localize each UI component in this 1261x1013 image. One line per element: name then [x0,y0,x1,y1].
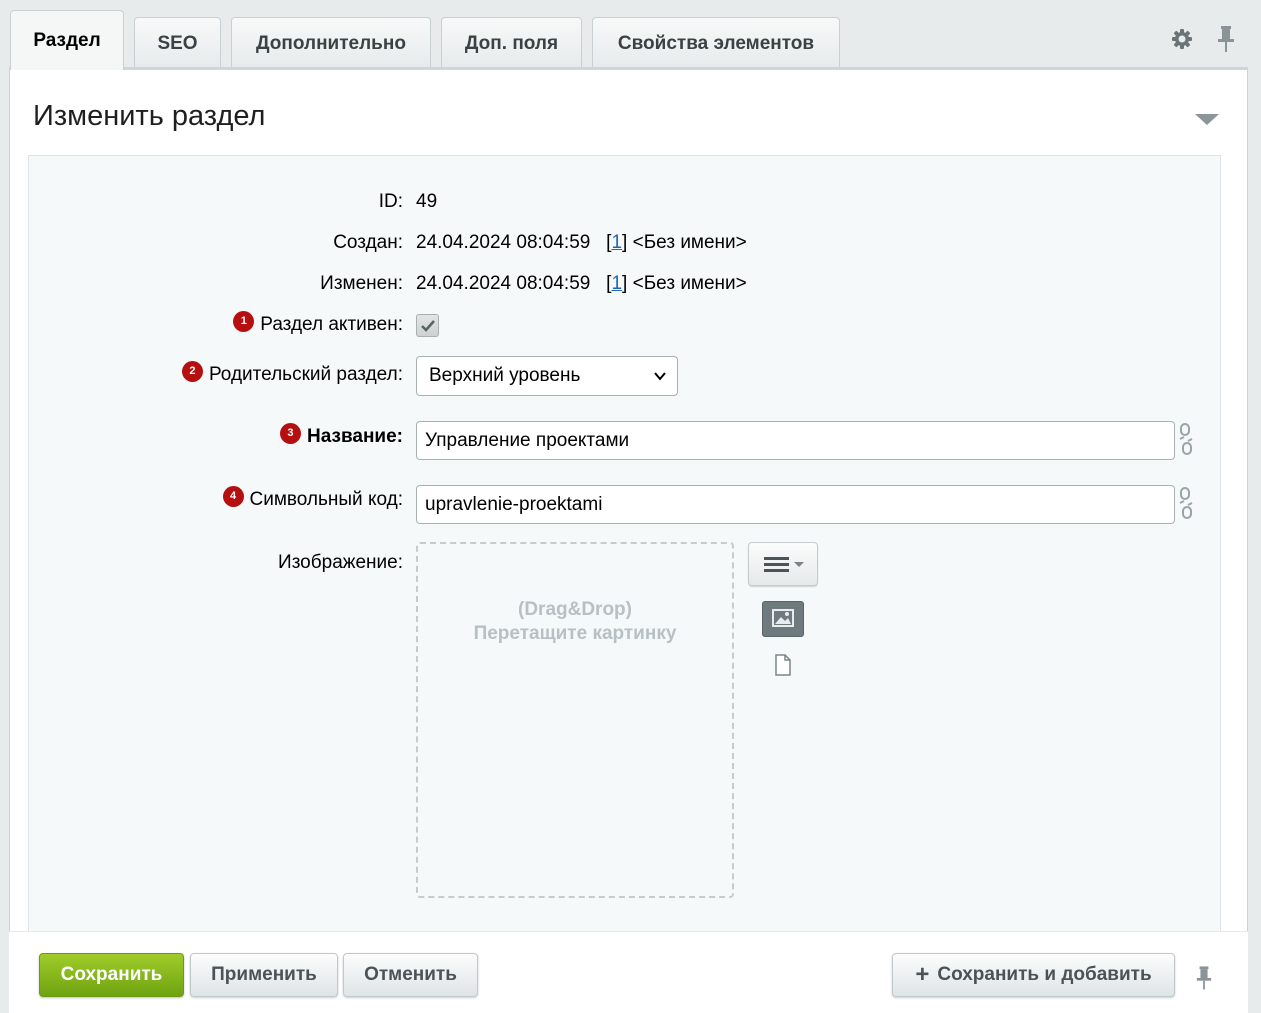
cancel-button[interactable]: Отменить [343,953,478,997]
modified-value: 24.04.2024 08:04:59 [1] <Без имени> [416,273,747,294]
image-icon[interactable] [762,601,804,637]
name-input[interactable]: Управление проектами [416,421,1175,460]
top-toolbar [1171,26,1235,57]
page-title: Изменить раздел [33,100,266,132]
dropzone-text: Перетащите картинку [473,623,677,644]
image-dropzone[interactable]: (Drag&Drop) Перетащите картинку [416,542,734,898]
modified-date: 24.04.2024 08:04:59 [416,273,591,294]
created-date: 24.04.2024 08:04:59 [416,232,591,253]
pin-icon[interactable] [1196,965,1212,996]
active-label-text: Раздел активен: [260,314,403,335]
modified-label: Изменен: [320,273,403,294]
active-label: 1 Раздел активен: [0,310,403,336]
pin-icon[interactable] [1217,26,1235,57]
parent-label-text: Родительский раздел: [208,364,403,385]
file-icon[interactable] [774,654,792,681]
modified-user-name: <Без имени> [632,273,747,294]
checkmark-icon [421,320,435,332]
image-menu-button[interactable] [748,542,818,586]
parent-label: 2 Родительский раздел: [0,360,403,386]
parent-section-select[interactable]: Верхний уровень [416,356,678,396]
save-button[interactable]: Сохранить [39,953,184,997]
gear-icon[interactable] [1171,28,1193,55]
created-user-link[interactable]: 1 [611,232,622,253]
collapse-arrow-icon[interactable] [1195,114,1219,125]
created-label: Создан: [333,232,403,253]
menu-icon [764,557,804,572]
tab-seo[interactable]: SEO [134,17,221,69]
parent-select-value: Верхний уровень [429,365,581,386]
id-label: ID: [378,191,403,212]
code-label-text: Символьный код: [249,489,404,510]
active-checkbox[interactable] [416,314,439,337]
save-and-add-label: Сохранить и добавить [937,964,1152,985]
transliterate-link-icon[interactable] [1178,422,1194,461]
code-label: 4 Символьный код: [0,485,404,511]
code-input[interactable]: upravlenie-proektami [416,485,1175,524]
save-and-add-button[interactable]: + Сохранить и добавить [892,953,1175,997]
hint-badge: 2 [181,360,203,382]
modified-user-link[interactable]: 1 [611,273,622,294]
name-label-text: Название: [306,426,403,447]
transliterate-link-icon[interactable] [1178,486,1194,525]
created-user-name: <Без имени> [632,232,747,253]
created-value: 24.04.2024 08:04:59 [1] <Без имени> [416,232,747,253]
hint-badge: 4 [222,485,244,507]
tab-element-properties[interactable]: Свойства элементов [592,17,840,69]
tab-section[interactable]: Раздел [10,10,124,70]
plus-icon: + [915,961,930,988]
id-value: 49 [416,191,438,212]
hint-badge: 1 [233,310,255,332]
tab-additional[interactable]: Дополнительно [231,17,431,69]
footer-bar: Сохранить Применить Отменить + Сохранить … [9,931,1248,1013]
tab-extra-fields[interactable]: Доп. поля [441,17,582,69]
apply-button[interactable]: Применить [190,953,338,997]
hint-badge: 3 [279,422,301,444]
dropzone-hint: (Drag&Drop) [518,599,632,620]
name-label: 3 Название: [0,422,403,448]
image-label: Изображение: [278,552,403,573]
chevron-down-icon [654,372,666,381]
